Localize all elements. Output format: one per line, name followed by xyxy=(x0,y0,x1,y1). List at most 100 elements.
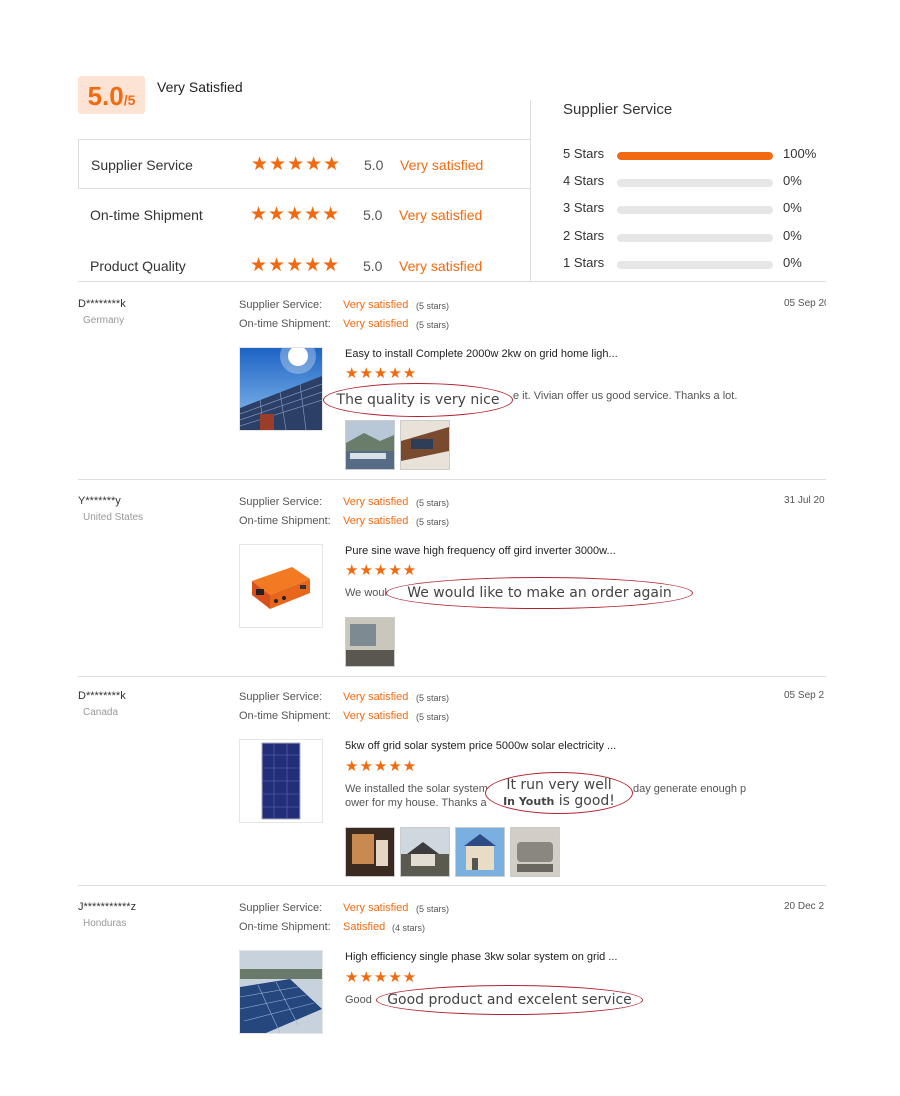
review-photo[interactable] xyxy=(400,827,450,877)
installation-photo-image xyxy=(401,421,449,469)
distribution-label: 2 Stars xyxy=(563,228,605,243)
product-thumbnail[interactable] xyxy=(239,950,323,1034)
annotation-callout: Good product and excelent service xyxy=(376,985,643,1015)
product-thumbnail[interactable] xyxy=(239,544,323,628)
overall-score-badge: 5.0/5 xyxy=(78,76,145,114)
rating-row-label: On-time Shipment xyxy=(90,207,203,223)
reviewer-country: United States xyxy=(83,512,144,523)
distribution-bar-fill xyxy=(617,152,773,160)
product-thumbnail[interactable] xyxy=(239,347,323,431)
review-photo[interactable] xyxy=(510,827,560,877)
reviewer-country: Honduras xyxy=(83,918,127,929)
solar-field-image xyxy=(240,951,322,1033)
solar-panel-image xyxy=(240,740,322,822)
reviewer-name: Y*******y xyxy=(78,495,121,507)
supplier-service-value: Very satisfied xyxy=(343,902,409,914)
annotation-callout: We would like to make an order again xyxy=(386,577,693,609)
ontime-shipment-label: On-time Shipment: xyxy=(239,318,331,330)
review-photo[interactable] xyxy=(345,827,395,877)
ontime-shipment-value: Very satisfied xyxy=(343,515,409,527)
distribution-percent: 0% xyxy=(783,200,802,215)
review-text: Good xyxy=(345,994,372,1006)
reviewer-country: Canada xyxy=(83,707,119,718)
product-title-link[interactable]: Pure sine wave high frequency off gird i… xyxy=(345,545,616,557)
product-thumbnail[interactable] xyxy=(239,739,323,823)
distribution-bar xyxy=(617,234,773,242)
distribution-title: Supplier Service xyxy=(563,101,673,118)
annotation-callout: The quality is very nice xyxy=(323,383,513,417)
distribution-percent: 0% xyxy=(783,173,802,188)
rating-row-score: 5.0 xyxy=(363,258,383,274)
review-photo[interactable] xyxy=(345,420,395,470)
rating-row-supplier-service[interactable]: Supplier Service ★★★★★ 5.0 Very satisfie… xyxy=(78,139,531,189)
overall-satisfaction-label: Very Satisfied xyxy=(157,79,243,95)
review-date: 20 Dec 2 xyxy=(784,901,825,912)
ontime-shipment-value: Satisfied xyxy=(343,921,386,933)
distribution-percent: 0% xyxy=(783,255,802,270)
rating-row-text: Very satisfied xyxy=(399,258,483,274)
annotation-callout-line: It run very well xyxy=(506,777,612,793)
annotation-callout: It run very well In Youth is good! xyxy=(485,772,633,814)
supplier-service-label: Supplier Service: xyxy=(239,496,323,508)
supplier-service-label: Supplier Service: xyxy=(239,902,323,914)
distribution-bar xyxy=(617,261,773,269)
distribution-bar xyxy=(617,179,773,187)
distribution-bar xyxy=(617,152,773,160)
reviewer-name: D********k xyxy=(78,690,126,702)
review-photo[interactable] xyxy=(345,617,395,667)
review-photo[interactable] xyxy=(455,827,505,877)
star-rating-icon: ★★★★★ xyxy=(250,255,341,276)
room-photo-image xyxy=(346,618,394,666)
supplier-service-stars: (5 stars) xyxy=(416,498,450,508)
product-title-link[interactable]: Easy to install Complete 2000w 2kw on gr… xyxy=(345,348,618,360)
distribution-label: 4 Stars xyxy=(563,173,605,188)
overall-score: 5.0 xyxy=(87,81,124,111)
annotation-callout-line: In Youth is good! xyxy=(486,793,632,810)
rating-row-score: 5.0 xyxy=(363,207,383,223)
rating-table: Supplier Service ★★★★★ 5.0 Very satisfie… xyxy=(78,139,531,281)
solar-roof-image xyxy=(240,348,322,430)
review-date: 05 Sep 20 xyxy=(784,298,826,309)
reviewer-name: D********k xyxy=(78,298,126,310)
battery-photo-image xyxy=(511,828,559,876)
supplier-service-value: Very satisfied xyxy=(343,496,409,508)
review-divider xyxy=(78,479,826,480)
distribution-label: 1 Stars xyxy=(563,255,605,270)
star-rating-icon: ★★★★★ xyxy=(250,204,341,225)
distribution-row-3: 3 Stars 0% xyxy=(563,200,833,220)
distribution-percent: 0% xyxy=(783,228,802,243)
panel-divider xyxy=(530,100,531,281)
reviewer-country: Germany xyxy=(83,315,125,326)
annotation-callout-bold: In Youth xyxy=(503,795,555,808)
review-item: J***********z Honduras Supplier Service:… xyxy=(78,901,826,1041)
review-text: We installed the solar system xyxy=(345,783,488,795)
review-photo[interactable] xyxy=(400,420,450,470)
review-star-icon: ★★★★★ xyxy=(345,562,418,579)
product-title-link[interactable]: High efficiency single phase 3kw solar s… xyxy=(345,951,617,963)
product-title-link[interactable]: 5kw off grid solar system price 5000w so… xyxy=(345,740,616,752)
rating-row-ontime-shipment[interactable]: On-time Shipment ★★★★★ 5.0 Very satisfie… xyxy=(78,190,531,240)
review-star-icon: ★★★★★ xyxy=(345,758,418,775)
distribution-label: 5 Stars xyxy=(563,146,605,161)
review-item: D********k Canada Supplier Service: Very… xyxy=(78,690,826,886)
review-text: day generate enough p xyxy=(633,783,747,795)
review-date: 31 Jul 20 xyxy=(784,495,825,506)
distribution-row-2: 2 Stars 0% xyxy=(563,228,833,248)
review-text: ower for my house. Thanks a xyxy=(345,797,487,809)
indoor-equipment-photo-image xyxy=(346,828,394,876)
distribution-label: 3 Stars xyxy=(563,200,605,215)
landscape-photo-image xyxy=(346,421,394,469)
inverter-image xyxy=(240,545,322,627)
ontime-shipment-stars: (4 stars) xyxy=(392,923,426,933)
distribution-bar xyxy=(617,206,773,214)
review-star-icon: ★★★★★ xyxy=(345,365,418,382)
supplier-service-value: Very satisfied xyxy=(343,299,409,311)
ontime-shipment-stars: (5 stars) xyxy=(416,712,450,722)
supplier-service-stars: (5 stars) xyxy=(416,301,450,311)
ontime-shipment-stars: (5 stars) xyxy=(416,517,450,527)
section-divider xyxy=(78,281,826,282)
rating-row-product-quality[interactable]: Product Quality ★★★★★ 5.0 Very satisfied xyxy=(78,241,531,291)
ontime-shipment-stars: (5 stars) xyxy=(416,320,450,330)
roof-panels-photo-image xyxy=(456,828,504,876)
review-divider xyxy=(78,676,826,677)
